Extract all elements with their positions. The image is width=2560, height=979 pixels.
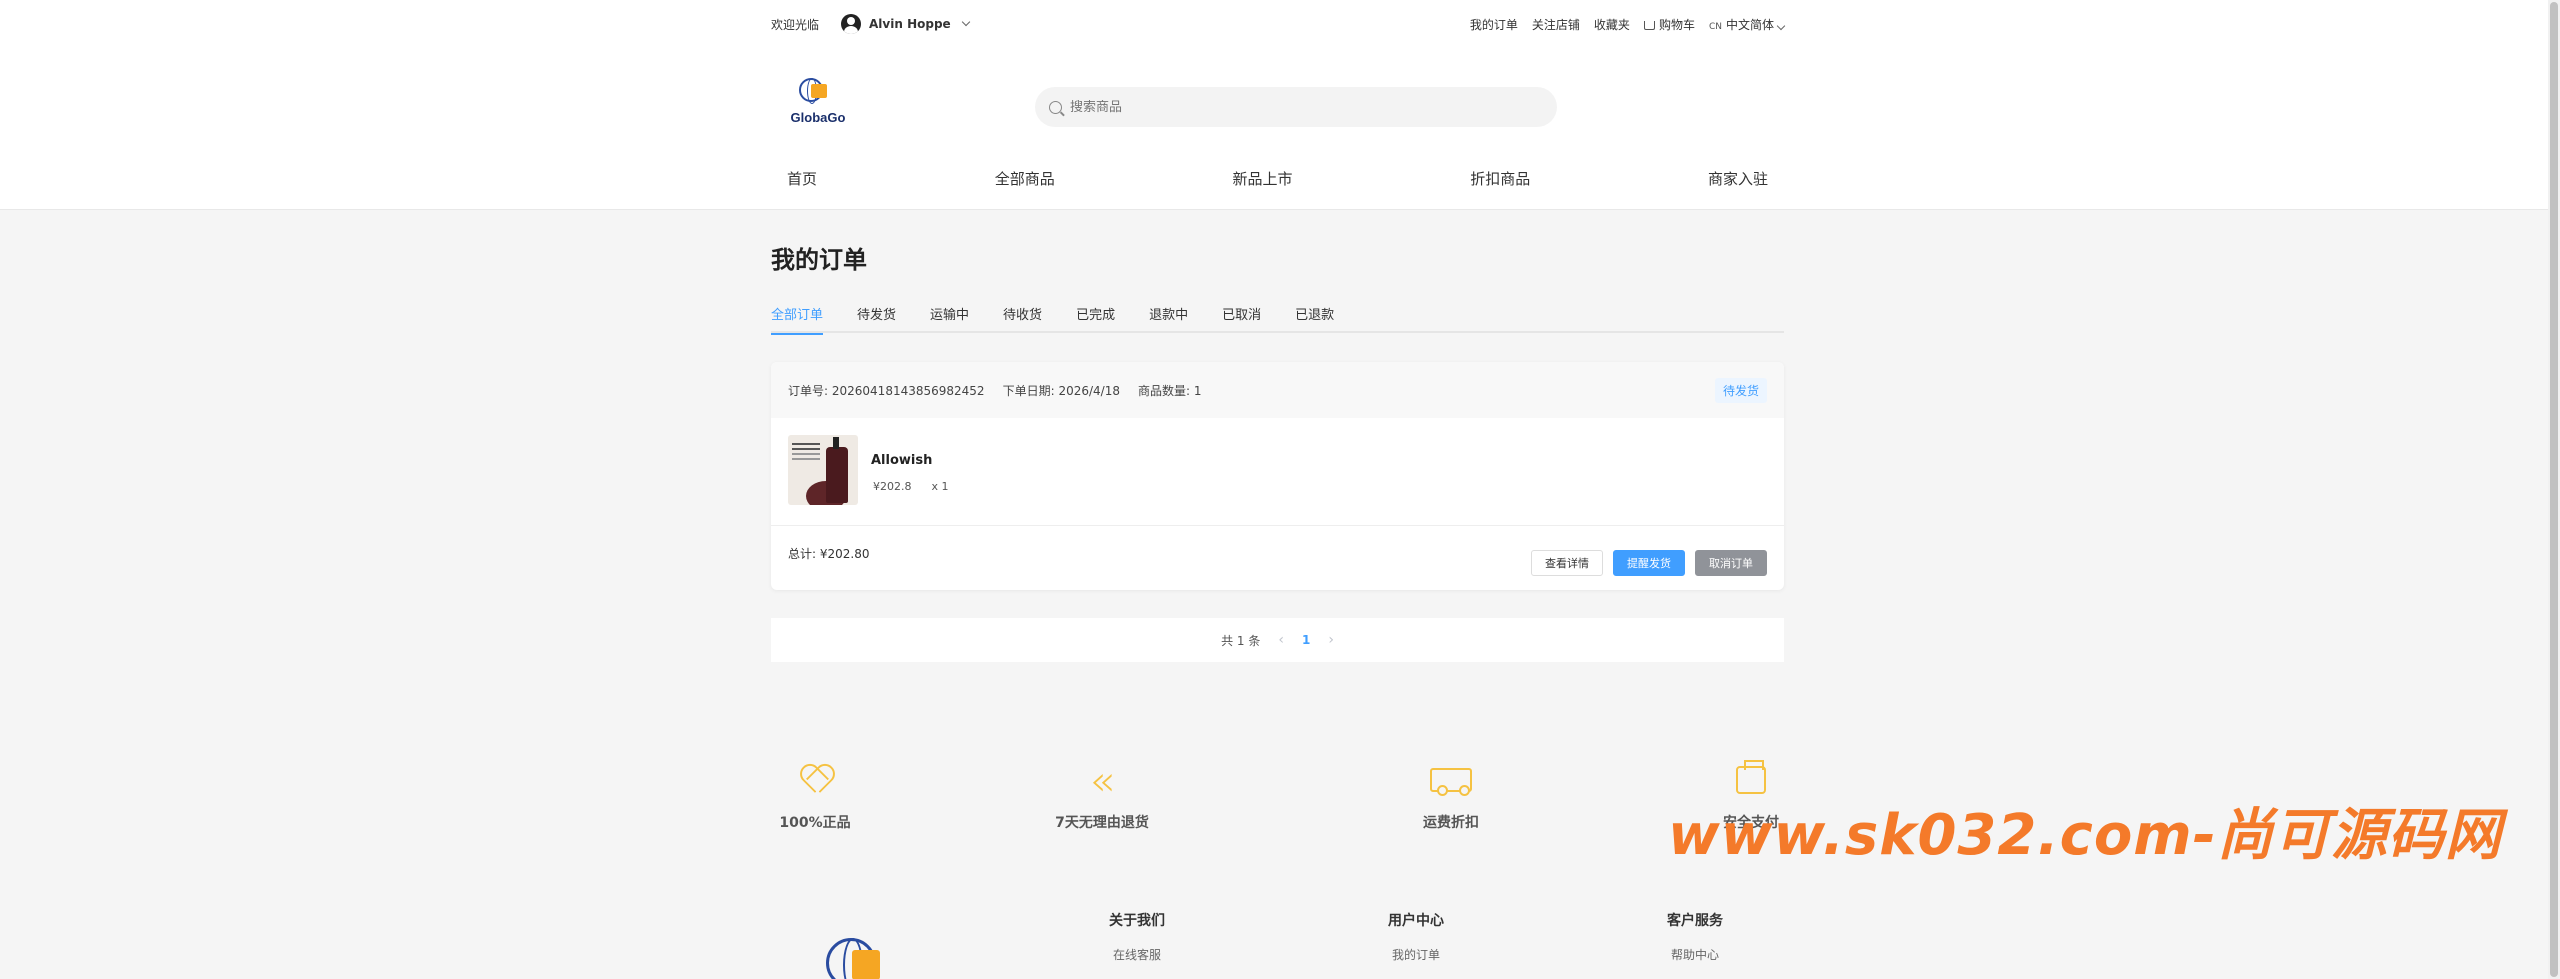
- order-total: 总计: ¥202.80: [788, 546, 870, 561]
- double-chevron-left-icon: «: [1089, 755, 1115, 805]
- lang-label: 中文简体: [1725, 17, 1774, 32]
- nav-merchant-join[interactable]: 商家入驻: [1708, 168, 1768, 208]
- nav-all-products[interactable]: 全部商品: [995, 168, 1055, 208]
- logo-row: GlobaGo: [771, 66, 1784, 146]
- order-tabs: 全部订单 待发货 运输中 待收货 已完成 退款中 已取消 已退款: [771, 303, 1784, 335]
- cart-label: 购物车: [1658, 17, 1695, 32]
- product-count: x 1: [931, 480, 949, 493]
- main-nav: 首页 全部商品 新品上市 折扣商品 商家入驻: [771, 168, 1784, 208]
- tab-refunding[interactable]: 退款中: [1149, 303, 1188, 333]
- welcome-text: 欢迎光临: [771, 17, 820, 32]
- order-footer: 总计: ¥202.80 查看详情 提醒发货 取消订单: [771, 526, 1784, 590]
- shopping-bag-icon: [811, 84, 827, 98]
- status-badge: 待发货: [1714, 377, 1767, 403]
- order-quantity: 商品数量: 1: [1137, 383, 1202, 398]
- page-number[interactable]: 1: [1302, 633, 1310, 647]
- product-name[interactable]: Allowish: [871, 453, 932, 468]
- link-favorites[interactable]: 收藏夹: [1594, 16, 1630, 33]
- scrollbar-thumb[interactable]: [2550, 2, 2558, 977]
- footer-link[interactable]: 我的订单: [1356, 946, 1476, 963]
- footer-col-user: 用户中心 我的订单: [1356, 910, 1476, 963]
- chevron-down-icon: [1776, 21, 1786, 30]
- tab-pending-receipt[interactable]: 待收货: [1003, 303, 1042, 333]
- cancel-order-button[interactable]: 取消订单: [1695, 550, 1767, 576]
- truck-icon: [1430, 768, 1472, 796]
- nav-new-arrivals[interactable]: 新品上市: [1232, 168, 1292, 208]
- cart-icon: [1643, 20, 1655, 30]
- order-date: 下单日期: 2026/4/18: [1002, 383, 1120, 398]
- top-bar: 欢迎光临 Alvin Hoppe 我的订单 关注店铺 收藏夹 购物车 CN 中文简…: [771, 0, 1786, 48]
- heart-icon: [800, 766, 830, 794]
- logo-text: GlobaGo: [790, 110, 846, 125]
- order-card: 订单号: 20260418143856982452 下单日期: 2026/4/1…: [771, 362, 1784, 590]
- watermark: www.sk032.com-尚可源码网: [1668, 803, 2502, 868]
- language-selector[interactable]: CN 中文简体: [1708, 16, 1786, 33]
- user-avatar-icon: [841, 14, 862, 34]
- chevron-left-icon[interactable]: ‹: [1278, 632, 1284, 648]
- footer-col-title: 用户中心: [1388, 913, 1444, 929]
- user-menu[interactable]: Alvin Hoppe: [841, 14, 970, 34]
- link-my-orders[interactable]: 我的订单: [1470, 16, 1518, 33]
- footer-col-about: 关于我们 在线客服: [1077, 910, 1197, 963]
- nav-discounts[interactable]: 折扣商品: [1470, 168, 1530, 208]
- footer-link[interactable]: 在线客服: [1077, 946, 1197, 963]
- link-followed-shops[interactable]: 关注店铺: [1532, 16, 1580, 33]
- scrollbar[interactable]: [2548, 0, 2560, 979]
- feature-label: 7天无理由退货: [1055, 815, 1149, 831]
- chevron-down-icon: [961, 17, 970, 27]
- search-input[interactable]: [1070, 99, 1530, 115]
- view-details-button[interactable]: 查看详情: [1531, 550, 1603, 576]
- chevron-right-icon[interactable]: ›: [1328, 632, 1334, 648]
- link-cart[interactable]: 购物车: [1643, 16, 1695, 33]
- tab-pending-shipment[interactable]: 待发货: [857, 303, 896, 333]
- tab-cancelled[interactable]: 已取消: [1222, 303, 1261, 333]
- shopping-bag-icon: [852, 950, 880, 979]
- feature-label: 运费折扣: [1423, 815, 1479, 831]
- pagination-total: 共 1 条: [1221, 633, 1261, 648]
- product-price: ¥202.8: [873, 480, 912, 493]
- pagination: 共 1 条 ‹ 1 ›: [771, 618, 1784, 662]
- order-item: Allowish ¥202.8 x 1: [771, 418, 1784, 526]
- user-name: Alvin Hoppe: [869, 17, 951, 31]
- lang-code: CN: [1708, 21, 1722, 32]
- feature-return: « 7天无理由退货: [1042, 755, 1162, 832]
- product-image[interactable]: [788, 435, 858, 505]
- tab-in-transit[interactable]: 运输中: [930, 303, 969, 333]
- footer-col-title: 关于我们: [1109, 913, 1165, 929]
- search-bar[interactable]: [1035, 87, 1557, 127]
- site-header: 欢迎光临 Alvin Hoppe 我的订单 关注店铺 收藏夹 购物车 CN 中文简…: [0, 0, 2560, 210]
- search-icon: [1049, 100, 1062, 114]
- footer-col-title: 客户服务: [1667, 913, 1723, 929]
- remind-shipment-button[interactable]: 提醒发货: [1613, 550, 1685, 576]
- feature-label: 100%正品: [779, 815, 851, 831]
- tab-completed[interactable]: 已完成: [1076, 303, 1115, 333]
- feature-shipping: 运费折扣: [1391, 760, 1511, 832]
- product-meta: ¥202.8 x 1: [873, 480, 949, 493]
- order-id: 订单号: 20260418143856982452: [788, 383, 985, 398]
- feature-strip: 100%正品 « 7天无理由退货 运费折扣 安全支付: [771, 755, 1784, 840]
- site-logo[interactable]: GlobaGo: [783, 78, 853, 136]
- tab-all-orders[interactable]: 全部订单: [771, 303, 824, 335]
- feature-genuine: 100%正品: [755, 760, 875, 832]
- page-title: 我的订单: [771, 246, 867, 274]
- nav-home[interactable]: 首页: [787, 168, 817, 208]
- footer-link[interactable]: 帮助中心: [1635, 946, 1755, 963]
- footer-col-service: 客户服务 帮助中心: [1635, 910, 1755, 963]
- tab-refunded[interactable]: 已退款: [1295, 303, 1334, 333]
- order-header: 订单号: 20260418143856982452 下单日期: 2026/4/1…: [771, 362, 1784, 418]
- footer-logo: [826, 938, 886, 979]
